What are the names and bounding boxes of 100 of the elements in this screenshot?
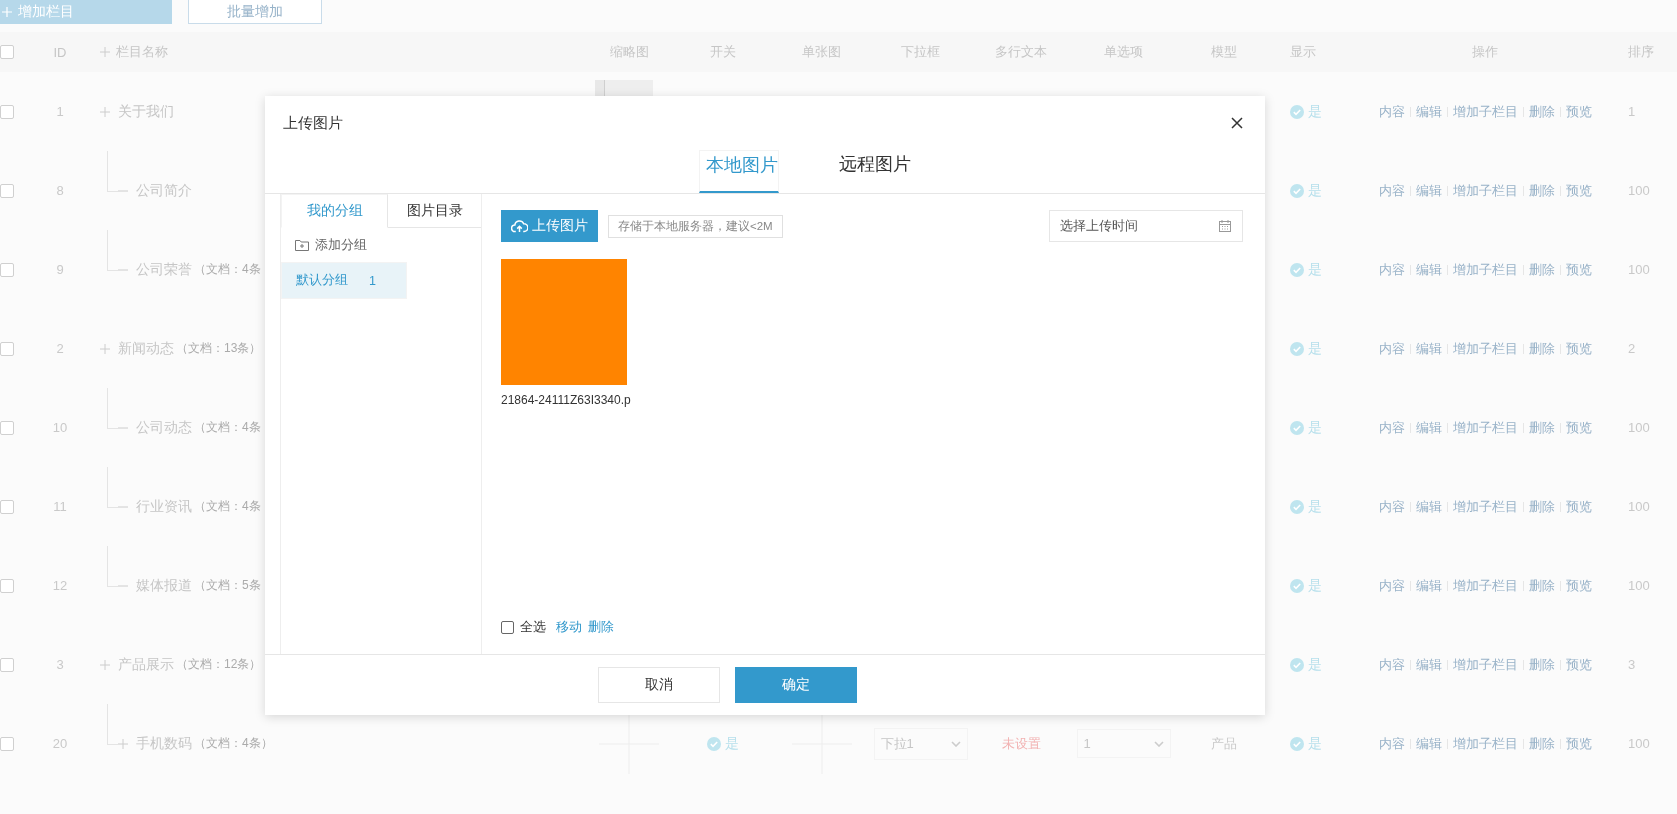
upload-button[interactable]: 上传图片	[501, 210, 598, 242]
action-link[interactable]: 预览	[1560, 260, 1597, 279]
action-link[interactable]: 增加子栏目	[1447, 655, 1523, 674]
action-link[interactable]: 预览	[1560, 102, 1597, 121]
upload-tip: 存储于本地服务器，建议<2M	[608, 214, 783, 238]
document-count: （文档：12条）	[176, 656, 262, 673]
tab[interactable]: 本地图片	[699, 150, 779, 193]
action-link[interactable]: 删除	[1523, 260, 1560, 279]
check-circle-icon	[1290, 104, 1304, 119]
tab[interactable]: 远程图片	[839, 150, 911, 193]
tab[interactable]: 图片目录	[388, 194, 481, 228]
action-link[interactable]: 移动	[556, 618, 582, 636]
action-link[interactable]: 编辑	[1410, 102, 1447, 121]
action-link[interactable]: 编辑	[1410, 497, 1447, 516]
group-item[interactable]: 默认分组 1	[281, 262, 407, 299]
yes-status: 是	[1290, 576, 1322, 595]
yes-status: 是	[1290, 339, 1322, 358]
expand-icon[interactable]	[100, 343, 110, 354]
action-link[interactable]: 内容	[1373, 418, 1410, 437]
action-link[interactable]: 预览	[1560, 655, 1597, 674]
action-link[interactable]: 编辑	[1410, 655, 1447, 674]
action-link[interactable]: 编辑	[1410, 339, 1447, 358]
action-link[interactable]: 删除	[1523, 734, 1560, 753]
check-circle-icon	[1290, 499, 1304, 514]
action-link[interactable]: 编辑	[1410, 418, 1447, 437]
action-link[interactable]: 内容	[1373, 339, 1410, 358]
action-link[interactable]: 编辑	[1410, 734, 1447, 753]
expand-icon[interactable]	[100, 106, 110, 117]
yes-status: 是	[1290, 181, 1322, 200]
action-link[interactable]: 增加子栏目	[1447, 102, 1523, 121]
action-link[interactable]: 删除	[1523, 418, 1560, 437]
action-link[interactable]: 增加子栏目	[1447, 734, 1523, 753]
action-link[interactable]: 预览	[1560, 576, 1597, 595]
tree-line	[107, 467, 118, 508]
cancel-button[interactable]: 取消	[597, 667, 720, 703]
tab[interactable]: 我的分组	[281, 194, 388, 228]
yes-status: 是	[706, 734, 739, 753]
tree-line	[107, 704, 118, 745]
action-link[interactable]: 增加子栏目	[1447, 576, 1523, 595]
action-link[interactable]: 预览	[1560, 339, 1597, 358]
chevron-icon	[1153, 740, 1164, 747]
action-link[interactable]: 内容	[1373, 576, 1410, 595]
add-column-button[interactable]: 增加栏目	[0, 0, 172, 24]
action-link[interactable]: 删除	[1523, 102, 1560, 121]
dialog-title: 上传图片	[283, 113, 343, 133]
file-name: 21864-24111Z63I3340.p	[501, 393, 631, 407]
check-circle-icon	[706, 736, 721, 751]
unset-status: 未设置	[1001, 734, 1041, 753]
folder-plus-icon	[295, 239, 309, 251]
document-count: （文档：4条	[194, 261, 261, 278]
action-link[interactable]: 内容	[1373, 102, 1410, 121]
action-link[interactable]: 删除	[1523, 339, 1560, 358]
action-link[interactable]: 删除	[1523, 497, 1560, 516]
expand-icon[interactable]	[100, 659, 110, 670]
confirm-button[interactable]: 确定	[734, 667, 857, 703]
action-link[interactable]: 预览	[1560, 734, 1597, 753]
close-icon[interactable]	[1231, 117, 1243, 129]
action-link[interactable]: 增加子栏目	[1447, 260, 1523, 279]
image-thumbnail[interactable]	[501, 259, 627, 385]
check-circle-icon	[1290, 262, 1304, 277]
action-link[interactable]: 内容	[1373, 734, 1410, 753]
yes-status: 是	[1290, 418, 1322, 437]
yes-status: 是	[1290, 655, 1322, 674]
action-link[interactable]: 增加子栏目	[1447, 418, 1523, 437]
tree-line	[107, 546, 118, 587]
action-link[interactable]: 内容	[1373, 181, 1410, 200]
yes-status: 是	[1290, 102, 1322, 121]
action-link[interactable]: 编辑	[1410, 181, 1447, 200]
batch-add-button[interactable]: 批量增加	[188, 0, 322, 24]
action-link[interactable]: 删除	[1523, 655, 1560, 674]
date-field[interactable]: 选择上传时间	[1049, 210, 1243, 242]
check-circle-icon	[1290, 657, 1304, 672]
crosshair-icon[interactable]	[599, 713, 659, 774]
yes-status: 是	[1290, 734, 1322, 753]
action-link[interactable]: 删除	[588, 618, 614, 636]
yes-status: 是	[1290, 260, 1322, 279]
action-link[interactable]: 内容	[1373, 497, 1410, 516]
tree-line	[107, 151, 118, 192]
checkbox[interactable]	[501, 620, 514, 634]
action-link[interactable]: 编辑	[1410, 576, 1447, 595]
action-link[interactable]: 删除	[1523, 181, 1560, 200]
check-circle-icon	[1290, 183, 1304, 198]
action-link[interactable]: 内容	[1373, 655, 1410, 674]
action-link[interactable]: 增加子栏目	[1447, 339, 1523, 358]
action-link[interactable]: 预览	[1560, 497, 1597, 516]
group-count: 1	[369, 273, 376, 288]
action-link[interactable]: 预览	[1560, 181, 1597, 200]
action-link[interactable]: 内容	[1373, 260, 1410, 279]
action-link[interactable]: 删除	[1523, 576, 1560, 595]
action-link[interactable]: 预览	[1560, 418, 1597, 437]
crosshair-icon[interactable]	[791, 713, 852, 774]
action-link[interactable]: 增加子栏目	[1447, 181, 1523, 200]
check-circle-icon	[1290, 420, 1304, 435]
action-link[interactable]: 增加子栏目	[1447, 497, 1523, 516]
expand-icon[interactable]	[118, 738, 128, 749]
tree-line	[107, 230, 118, 271]
check-circle-icon	[1290, 578, 1304, 593]
add-group-link[interactable]: 添加分组	[315, 236, 367, 254]
action-link[interactable]: 编辑	[1410, 260, 1447, 279]
plus-icon	[100, 47, 110, 57]
